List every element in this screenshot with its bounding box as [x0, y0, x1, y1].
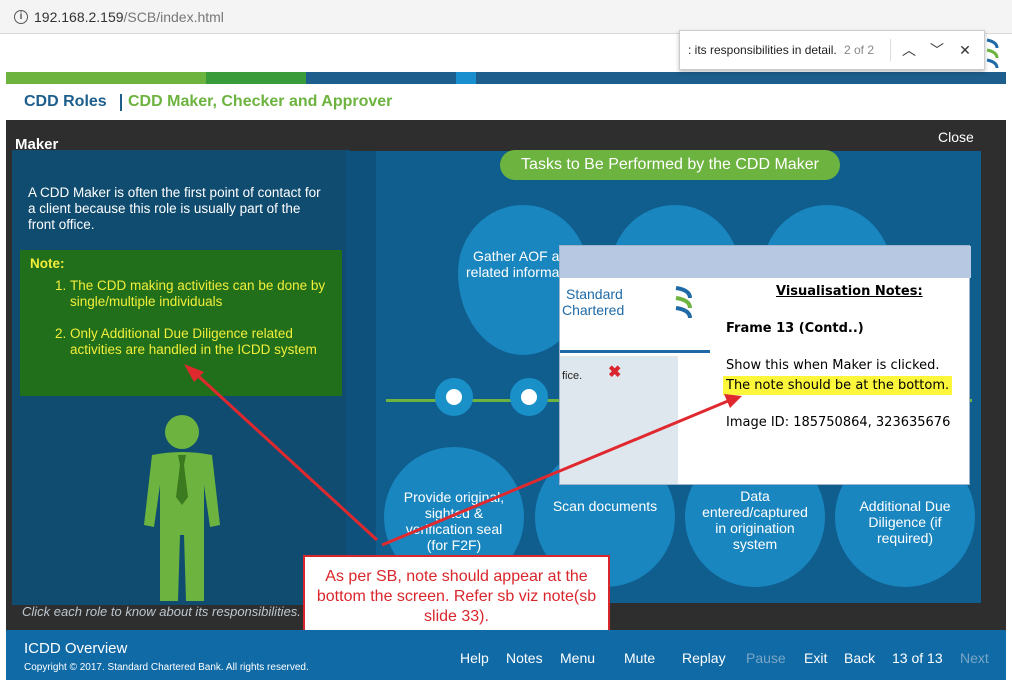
mute-button[interactable]: Mute: [624, 650, 655, 666]
chevron-down-icon[interactable]: ﹀: [926, 39, 948, 61]
find-input[interactable]: : its responsibilities in detail.: [688, 43, 837, 57]
close-icon[interactable]: ✕: [954, 39, 976, 61]
exit-button[interactable]: Exit: [804, 650, 827, 666]
menu-button[interactable]: Menu: [560, 650, 595, 666]
pause-button[interactable]: Pause: [746, 650, 786, 666]
chevron-up-icon[interactable]: ︿: [898, 39, 920, 61]
course-title: ICDD Overview: [24, 640, 128, 657]
player-footer: ICDD Overview Copyright © 2017. Standard…: [6, 630, 1006, 680]
back-button[interactable]: Back: [844, 650, 875, 666]
find-separator: [890, 39, 891, 61]
help-button[interactable]: Help: [460, 650, 489, 666]
find-count: 2 of 2: [844, 43, 875, 57]
review-callout: As per SB, note should appear at the bot…: [303, 555, 610, 635]
replay-button[interactable]: Replay: [682, 650, 726, 666]
page-indicator: 13 of 13: [892, 650, 943, 666]
arrow-line: [193, 371, 379, 542]
callout-text: As per SB, note should appear at the bot…: [316, 568, 597, 625]
copyright: Copyright © 2017. Standard Chartered Ban…: [24, 662, 309, 673]
find-bar: : its responsibilities in detail. 2 of 2…: [679, 30, 985, 70]
next-button[interactable]: Next: [960, 650, 989, 666]
notes-button[interactable]: Notes: [506, 650, 543, 666]
sc-corner-logo-icon: [986, 38, 999, 69]
arrow-line: [381, 399, 729, 547]
